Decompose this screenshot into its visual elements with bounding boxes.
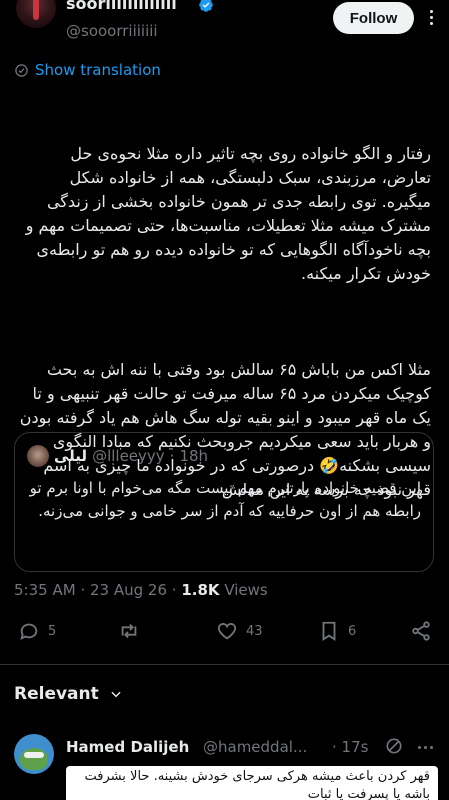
chevron-down-icon <box>111 691 121 698</box>
reply-sort-dropdown[interactable]: Relevant <box>14 684 123 704</box>
views-count[interactable]: 1.8K <box>181 581 219 599</box>
reply-author-avatar[interactable] <box>14 734 54 774</box>
like-count: 43 <box>246 623 263 639</box>
like-button[interactable]: 43 <box>216 620 263 642</box>
quoted-tweet-header: لیلی @llleeyyy · 18h <box>27 445 208 467</box>
quoted-author-name: لیلی <box>54 447 88 465</box>
meta-separator-2: · <box>171 581 177 599</box>
tweet-header: sooriiiiiiiiiiiii @sooorriiiiiii Follow <box>0 0 449 48</box>
views-label: Views <box>224 581 268 599</box>
reply-author-handle[interactable]: @hameddal... <box>203 738 307 756</box>
quoted-tweet-text: این قضیه خانواده پارتنرم مهم نیست مگه می… <box>29 479 421 520</box>
reply-icon <box>20 623 38 641</box>
quoted-time: 18h <box>179 447 209 465</box>
quoted-author-avatar <box>27 445 49 467</box>
tweet-meta: 5:35 AM · 23 Aug 26 · 1.8K Views <box>14 581 268 599</box>
reply-button[interactable]: 5 <box>18 620 56 642</box>
bookmark-count: 6 <box>348 623 357 639</box>
share-icon <box>412 621 430 641</box>
more-options-icon[interactable] <box>430 10 434 26</box>
tweet-time[interactable]: 5:35 AM <box>14 581 76 599</box>
share-button[interactable] <box>410 620 432 642</box>
reply-time[interactable]: · 17s <box>332 738 368 756</box>
author-handle[interactable]: @sooorriiiiiii <box>66 22 158 40</box>
author-display-name[interactable]: sooriiiiiiiiiiiii <box>66 0 177 13</box>
reply-item[interactable]: Hamed Dalijeh @hameddal... · 17s قهر کرد… <box>0 726 449 800</box>
translate-icon <box>15 63 28 77</box>
bookmark-icon <box>322 621 336 641</box>
quoted-author-handle: @llleeyyy <box>92 447 165 465</box>
reply-author-name[interactable]: Hamed Dalijeh <box>66 738 189 756</box>
action-bar: 5 43 6 <box>0 620 449 650</box>
reply-count: 5 <box>48 623 57 639</box>
grok-icon[interactable] <box>384 736 404 756</box>
tweet-date[interactable]: 23 Aug 26 <box>90 581 167 599</box>
section-divider <box>0 664 449 665</box>
reply-more-icon[interactable] <box>418 746 433 749</box>
reply-image[interactable]: قهر کردن باعث میشه هرکی سرجای خودش بشینه… <box>66 766 438 800</box>
meta-separator-1: · <box>80 581 86 599</box>
verified-badge-icon <box>199 0 213 12</box>
follow-button[interactable]: Follow <box>333 2 414 34</box>
quoted-tweet[interactable]: لیلی @llleeyyy · 18h این قضیه خانواده پا… <box>14 432 434 572</box>
repost-icon <box>121 623 137 639</box>
quoted-separator: · <box>169 447 175 465</box>
heart-icon <box>217 623 237 640</box>
show-translation-label: Show translation <box>35 61 161 79</box>
bookmark-button[interactable]: 6 <box>318 620 356 642</box>
show-translation-link[interactable]: Show translation <box>14 61 161 79</box>
tweet-paragraph-1: رفتار و الگو خانواده روی بچه تاثیر داره … <box>20 144 431 283</box>
author-avatar[interactable] <box>16 0 56 28</box>
repost-button[interactable] <box>118 620 140 642</box>
reply-sort-label: Relevant <box>14 684 99 704</box>
